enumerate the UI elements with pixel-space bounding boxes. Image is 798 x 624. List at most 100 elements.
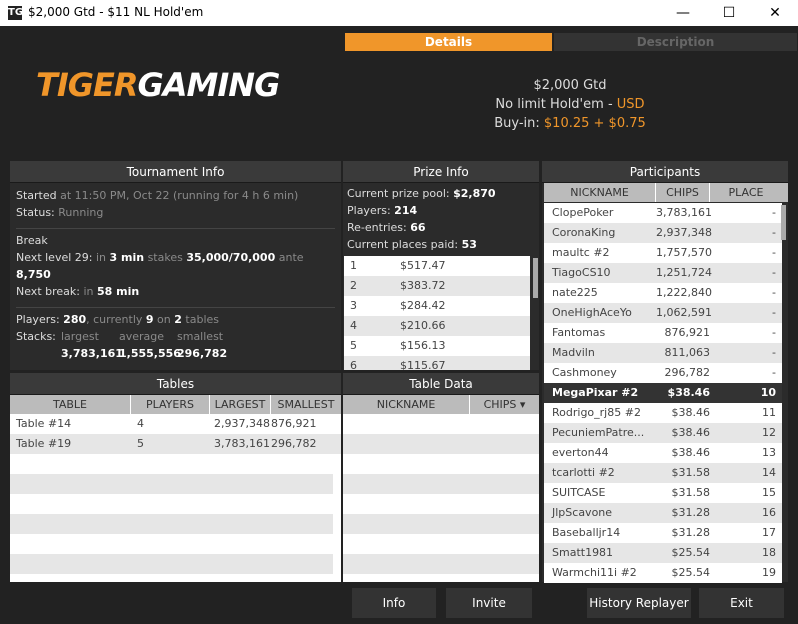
payout-list[interactable]: 1 $517.47 2 $383.72 3 $284.42 4 $210.66 5 $156.13… (344, 256, 530, 370)
participant-row[interactable]: Rodrigo_rj85 #2 $38.46 11 (544, 403, 782, 423)
prize-players-line: Players: 214 (347, 204, 418, 217)
participant-row[interactable]: MegaPixar #2 $38.46 10 (544, 383, 782, 403)
participant-place: - (772, 206, 776, 219)
participant-place: 18 (762, 546, 776, 559)
col-nickname[interactable]: NICKNAME (544, 183, 656, 202)
invite-button[interactable]: Invite (446, 588, 532, 618)
empty-table-row (10, 534, 333, 554)
close-button[interactable]: ✕ (752, 0, 798, 26)
history-replayer-button[interactable]: History Replayer (587, 588, 691, 618)
payout-row: 1 $517.47 (344, 256, 530, 276)
participant-place: 12 (762, 426, 776, 439)
empty-table-row (10, 454, 333, 474)
col-smallest[interactable]: SMALLEST (271, 395, 341, 414)
next-level-line: Next level 29: in 3 min stakes 35,000/70… (16, 251, 304, 281)
payout-amount: $210.66 (400, 319, 446, 332)
participant-place: - (772, 326, 776, 339)
participant-row[interactable]: everton44 $38.46 13 (544, 443, 782, 463)
empty-table-data-row (343, 414, 539, 434)
col-players[interactable]: PLAYERS (131, 395, 210, 414)
maximize-button[interactable]: ☐ (706, 0, 752, 26)
participant-chips: $25.54 (671, 566, 711, 579)
participant-row[interactable]: nate225 1,222,840 - (544, 283, 782, 303)
payout-amount: $115.67 (400, 359, 446, 370)
participant-row[interactable]: JlpScavone $31.28 16 (544, 503, 782, 523)
participant-nickname: maultc #2 (552, 246, 610, 259)
participant-nickname: PecuniemPatre... (552, 426, 645, 439)
participant-chips: $38.46 (667, 386, 710, 399)
table-row[interactable]: Table #19 5 3,783,161 296,782 (10, 434, 341, 454)
participant-row[interactable]: tcarlotti #2 $31.58 14 (544, 463, 782, 483)
tournament-info-title: Tournament Info (10, 161, 341, 183)
participant-row[interactable]: Smatt1981 $25.54 18 (544, 543, 782, 563)
participant-nickname: Smatt1981 (552, 546, 614, 559)
participants-list[interactable]: ClopePoker 3,783,161 - CoronaKing 2,937,348 -… (544, 203, 782, 583)
minimize-button[interactable]: — (660, 0, 706, 26)
empty-table-row (10, 554, 333, 574)
empty-table-row (10, 474, 333, 494)
table-data-title: Table Data (343, 373, 539, 395)
prize-info-panel: Prize Info Current prize pool: $2,870 Pl… (343, 161, 539, 370)
participant-place: - (772, 346, 776, 359)
participant-chips: $31.58 (671, 486, 711, 499)
participant-place: 13 (762, 446, 776, 459)
payout-place: 1 (350, 259, 357, 272)
payout-scrollbar[interactable] (533, 258, 538, 298)
tab-details[interactable]: Details (345, 33, 552, 51)
payout-row: 3 $284.42 (344, 296, 530, 316)
participant-row[interactable]: Baseballjr14 $31.28 17 (544, 523, 782, 543)
col-td-chips[interactable]: CHIPS ▾ (470, 395, 539, 414)
participant-row[interactable]: OneHighAceYo 1,062,591 - (544, 303, 782, 323)
participant-nickname: everton44 (552, 446, 609, 459)
participant-chips: $31.58 (671, 466, 711, 479)
participant-row[interactable]: Warmchi11i #2 $25.54 19 (544, 563, 782, 583)
participant-nickname: tcarlotti #2 (552, 466, 615, 479)
empty-table-data-row (343, 554, 539, 574)
participant-place: - (772, 246, 776, 259)
participant-row[interactable]: PecuniemPatre... $38.46 12 (544, 423, 782, 443)
participants-scrollbar[interactable] (781, 205, 786, 240)
tables-list[interactable]: Table #14 4 2,937,348 876,921 Table #19 5 3,78… (10, 414, 341, 574)
participant-row[interactable]: ClopePoker 3,783,161 - (544, 203, 782, 223)
participant-place: 10 (760, 386, 776, 399)
participant-place: - (772, 266, 776, 279)
col-table[interactable]: TABLE (10, 395, 131, 414)
col-largest[interactable]: LARGEST (210, 395, 271, 414)
participant-place: - (772, 306, 776, 319)
participant-row[interactable]: TiagoCS10 1,251,724 - (544, 263, 782, 283)
table-row[interactable]: Table #14 4 2,937,348 876,921 (10, 414, 341, 434)
table-data-list[interactable] (343, 414, 539, 574)
table-smallest: 296,782 (271, 437, 317, 450)
participant-row[interactable]: Fantomas 876,921 - (544, 323, 782, 343)
tables-title: Tables (10, 373, 341, 395)
stacks-line: Stacks: largest average smallest (16, 330, 224, 343)
payout-amount: $284.42 (400, 299, 446, 312)
participant-chips: 876,921 (664, 326, 711, 339)
participant-row[interactable]: maultc #2 1,757,570 - (544, 243, 782, 263)
participant-row[interactable]: CoronaKing 2,937,348 - (544, 223, 782, 243)
col-place[interactable]: PLACE (710, 183, 782, 202)
participant-row[interactable]: Madviln 811,063 - (544, 343, 782, 363)
participant-chips: 3,783,161 (656, 206, 712, 219)
empty-table-row (10, 494, 333, 514)
status-line: Status: Running (16, 206, 104, 219)
tables-header: TABLE PLAYERS LARGEST SMALLEST (10, 395, 341, 414)
tab-description[interactable]: Description (554, 33, 797, 51)
payout-amount: $383.72 (400, 279, 446, 292)
participant-nickname: Madviln (552, 346, 595, 359)
table-data-panel: Table Data NICKNAME CHIPS ▾ (343, 373, 539, 582)
exit-button[interactable]: Exit (699, 588, 784, 618)
stacks-values: 3,783,161 1,555,556 296,782 (61, 347, 228, 360)
tigergaming-logo: TIGERGAMING (36, 66, 280, 104)
participant-row[interactable]: Cashmoney 296,782 - (544, 363, 782, 383)
currency: USD (616, 97, 645, 112)
col-chips[interactable]: CHIPS (656, 183, 710, 202)
info-button[interactable]: Info (352, 588, 436, 618)
participant-chips: $38.46 (671, 426, 711, 439)
participant-row[interactable]: SUITCASE $31.58 15 (544, 483, 782, 503)
col-td-nickname[interactable]: NICKNAME (343, 395, 470, 414)
table-smallest: 876,921 (271, 417, 317, 430)
participant-chips: 1,222,840 (656, 286, 712, 299)
participant-chips: $31.28 (671, 506, 711, 519)
empty-table-data-row (343, 514, 539, 534)
